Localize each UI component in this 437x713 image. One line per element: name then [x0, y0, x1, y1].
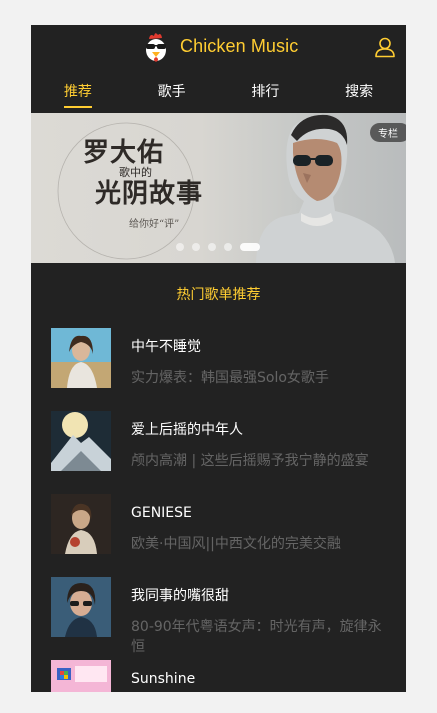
- app-title: Chicken Music: [180, 36, 299, 56]
- playlist-cover: [51, 328, 111, 388]
- banner-caption: 给你好“评”: [129, 219, 180, 230]
- banner-title-line3: 光阴故事: [95, 179, 204, 209]
- banner-title-line2: 歌中的: [119, 166, 152, 179]
- tab-rank[interactable]: 排行: [219, 69, 313, 113]
- tab-recommend[interactable]: 推荐: [31, 69, 125, 113]
- banner-dot[interactable]: [176, 243, 184, 251]
- list-item[interactable]: Sunshine: [51, 660, 386, 692]
- playlist-desc: 80-90年代粤语女声：时光有声，旋律永恒: [131, 619, 382, 655]
- tab-bar: 推荐 歌手 排行 搜索: [31, 69, 406, 113]
- playlist-name: 爱上后摇的中年人: [131, 422, 243, 438]
- tab-rank-label: 排行: [251, 84, 280, 100]
- banner-dot[interactable]: [224, 243, 232, 251]
- list-item[interactable]: GENIESE 欧美·中国风||中西文化的完美交融: [51, 494, 386, 577]
- playlist-desc: 实力爆表：韩国最强Solo女歌手: [131, 370, 329, 386]
- playlist-name: 我同事的嘴很甜: [131, 588, 229, 604]
- list-item[interactable]: 我同事的嘴很甜 80-90年代粤语女声：时光有声，旋律永恒: [51, 577, 386, 660]
- user-icon[interactable]: [374, 36, 396, 58]
- list-item[interactable]: 中午不睡觉 实力爆表：韩国最强Solo女歌手: [51, 328, 386, 411]
- tab-singer[interactable]: 歌手: [125, 69, 219, 113]
- banner-title-line1: 罗大佑: [83, 138, 165, 168]
- playlist-cover: [51, 411, 111, 471]
- playlist-cover: [51, 660, 111, 692]
- banner-pagination: [176, 243, 260, 251]
- app-screen: Chicken Music 推荐 歌手 排行 搜索 罗大佑 歌中的 光阴故事 给…: [31, 25, 406, 692]
- chicken-logo-icon: [146, 33, 166, 62]
- tab-singer-label: 歌手: [157, 84, 186, 100]
- banner-dot-active[interactable]: [240, 243, 260, 251]
- banner-title: 罗大佑 歌中的 光阴故事 给你好“评”: [83, 139, 203, 230]
- section-title: 热门歌单推荐: [176, 287, 261, 303]
- banner-dot[interactable]: [192, 243, 200, 251]
- banner-slider[interactable]: 罗大佑 歌中的 光阴故事 给你好“评” 专栏: [31, 113, 406, 263]
- banner-badge: 专栏: [370, 123, 406, 142]
- banner-dot[interactable]: [208, 243, 216, 251]
- tab-search-label: 搜索: [345, 84, 374, 100]
- playlist-desc: 颅内高潮 | 这些后摇赐予我宁静的盛宴: [131, 453, 369, 469]
- app-header: Chicken Music: [31, 25, 406, 69]
- playlist-desc: 欧美·中国风||中西文化的完美交融: [131, 536, 341, 552]
- playlist-name: 中午不睡觉: [131, 339, 201, 355]
- playlist-name: GENIESE: [131, 505, 192, 521]
- list-item[interactable]: 爱上后摇的中年人 颅内高潮 | 这些后摇赐予我宁静的盛宴: [51, 411, 386, 494]
- playlist-name: Sunshine: [131, 671, 196, 687]
- tab-search[interactable]: 搜索: [312, 69, 406, 113]
- playlist-cover: [51, 494, 111, 554]
- tab-recommend-label: 推荐: [63, 84, 92, 100]
- playlist-cover: [51, 577, 111, 637]
- playlist-list: 中午不睡觉 实力爆表：韩国最强Solo女歌手 爱上后摇的中年人 颅内高潮 | 这…: [31, 328, 406, 692]
